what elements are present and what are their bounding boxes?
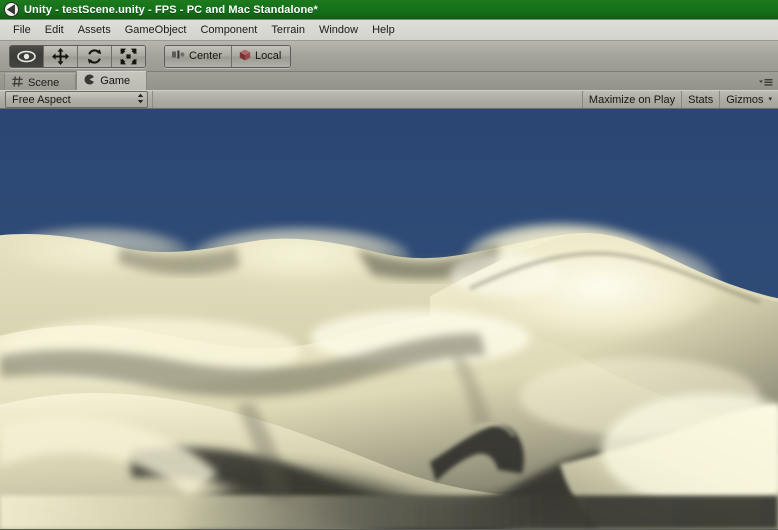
- move-tool-button[interactable]: [44, 45, 78, 67]
- pivot-center-icon: [172, 50, 185, 62]
- pivot-controls-group: Center Local: [164, 44, 292, 68]
- chevron-down-icon: ▾: [768, 96, 772, 103]
- menu-item-terrain[interactable]: Terrain: [264, 22, 312, 39]
- cube-icon: [239, 49, 251, 64]
- terrain-render: [0, 109, 778, 529]
- window-title: Unity - testScene.unity - FPS - PC and M…: [24, 3, 318, 16]
- updown-arrows-icon: [137, 93, 144, 107]
- unity-editor-window: Unity - testScene.unity - FPS - PC and M…: [0, 0, 778, 530]
- pivot-mode-label: Center: [189, 50, 223, 62]
- menu-item-component[interactable]: Component: [193, 22, 264, 39]
- hand-tool-button[interactable]: [10, 45, 44, 67]
- game-view-icon: [84, 74, 95, 88]
- pivot-space-label: Local: [255, 50, 282, 62]
- hamburger-menu-icon[interactable]: [757, 76, 773, 88]
- grid-icon: [12, 75, 23, 90]
- aspect-ratio-value: Free Aspect: [12, 93, 71, 106]
- tab-game[interactable]: Game: [76, 71, 148, 90]
- stats-button[interactable]: Stats: [681, 91, 720, 108]
- pivot-mode-button[interactable]: Center: [165, 45, 233, 67]
- menu-bar: File Edit Assets GameObject Component Te…: [0, 20, 778, 41]
- game-view-toolbar: Free Aspect Maximize on Play Stats Gizmo…: [0, 90, 778, 109]
- game-view-render-area[interactable]: [0, 109, 778, 530]
- menu-item-gameobject[interactable]: GameObject: [118, 22, 194, 39]
- aspect-ratio-dropdown[interactable]: Free Aspect: [5, 91, 148, 108]
- menu-item-edit[interactable]: Edit: [38, 22, 71, 39]
- gizmos-label: Gizmos: [726, 93, 764, 106]
- unity-logo-icon: [4, 2, 19, 17]
- viewbar-divider: [152, 91, 153, 108]
- title-bar: Unity - testScene.unity - FPS - PC and M…: [0, 0, 778, 20]
- pivot-space-button[interactable]: Local: [232, 45, 291, 67]
- menu-item-window[interactable]: Window: [312, 22, 365, 39]
- maximize-on-play-button[interactable]: Maximize on Play: [581, 91, 682, 108]
- transform-tools-group: [9, 44, 146, 68]
- tab-scene[interactable]: Scene: [4, 73, 77, 91]
- rotate-tool-button[interactable]: [78, 45, 112, 67]
- main-toolbar: Center Local: [0, 41, 778, 108]
- menu-item-assets[interactable]: Assets: [71, 22, 118, 39]
- tab-game-label: Game: [100, 75, 131, 87]
- menu-item-help[interactable]: Help: [365, 22, 402, 39]
- menu-item-file[interactable]: File: [6, 22, 38, 39]
- tab-scene-label: Scene: [28, 76, 60, 89]
- view-tab-bar: Scene Game: [0, 71, 778, 91]
- scale-tool-button[interactable]: [112, 45, 145, 67]
- game-view-toolbar-right: Maximize on Play Stats Gizmos ▾: [581, 91, 778, 108]
- gizmos-button[interactable]: Gizmos ▾: [719, 91, 778, 108]
